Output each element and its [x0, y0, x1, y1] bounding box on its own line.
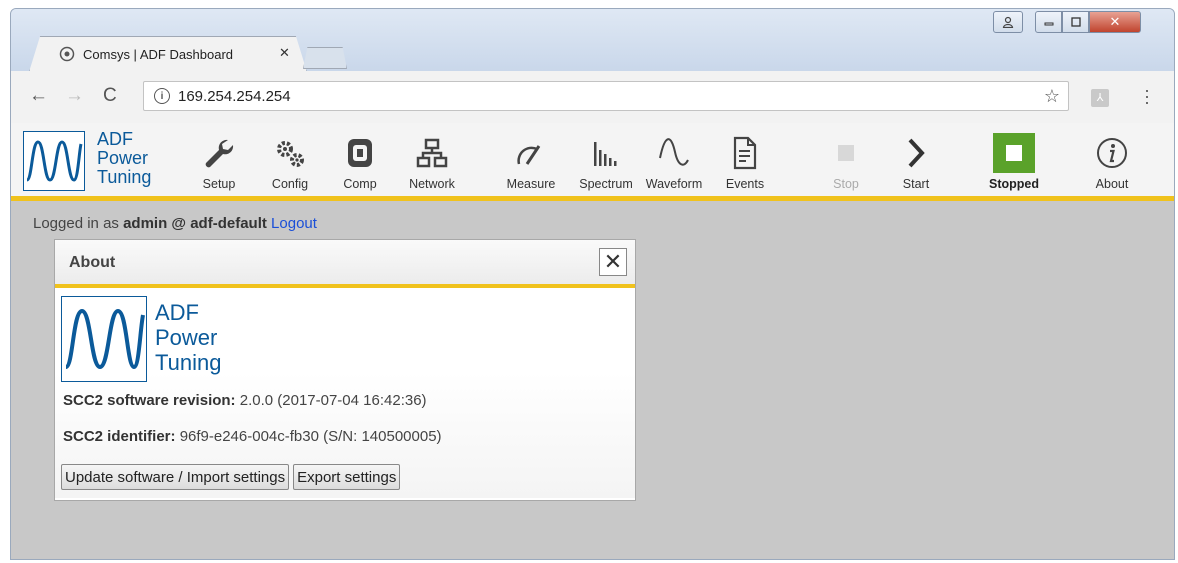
dialog-buttons: Update software / Import settings Export… — [61, 464, 401, 490]
logo-line: ADF — [97, 129, 133, 149]
spectrum-button[interactable]: Spectrum — [571, 133, 641, 191]
browser-toolbar: ← → C i 169.254.254.254 ☆ ⅄ · · · — [11, 71, 1174, 123]
maximize-button[interactable] — [1062, 11, 1089, 33]
events-label: Events — [725, 177, 765, 191]
wrench-icon — [205, 139, 234, 168]
setup-button[interactable]: Setup — [184, 133, 254, 191]
revision-label: SCC2 software revision: — [63, 392, 236, 409]
network-button[interactable]: Network — [397, 133, 467, 191]
dialog-logo-text: ADF Power Tuning — [155, 300, 221, 375]
config-button[interactable]: Config — [255, 133, 325, 191]
chip-icon — [348, 139, 372, 167]
logo-wave-icon — [61, 296, 147, 382]
new-tab-button[interactable] — [303, 47, 347, 69]
gears-icon — [277, 141, 304, 167]
menu-dots-icon[interactable]: · · · — [1144, 81, 1150, 111]
stop-button[interactable]: Stop — [811, 133, 881, 191]
comp-label: Comp — [343, 177, 377, 191]
measure-button[interactable]: Measure — [496, 133, 566, 191]
update-software-button[interactable]: Update software / Import settings — [61, 464, 290, 490]
identifier-value: 96f9-e246-004c-fb30 (S/N: 140500005) — [179, 428, 442, 445]
page-content: ADF Power Tuning Setup Config Comp Netwo… — [11, 123, 1174, 559]
chevron-right-icon — [908, 138, 925, 168]
measure-label: Measure — [506, 177, 556, 191]
network-icon — [416, 138, 448, 168]
stop-label: Stop — [833, 177, 859, 191]
logo-wave-icon — [23, 131, 85, 191]
close-icon: ✕ — [603, 249, 623, 274]
dialog-close-button[interactable]: ✕ — [599, 248, 627, 276]
logo-line: Power — [97, 148, 149, 168]
favicon-icon — [59, 46, 75, 62]
address-bar[interactable]: i 169.254.254.254 ☆ — [143, 81, 1069, 111]
extension-pdf-icon[interactable]: ⅄ — [1091, 89, 1109, 107]
export-settings-button[interactable]: Export settings — [293, 464, 401, 490]
minimize-icon — [1044, 22, 1053, 26]
browser-tab[interactable]: Comsys | ADF Dashboard ✕ — [29, 36, 307, 72]
start-button[interactable]: Start — [881, 133, 951, 191]
app-toolbar: ADF Power Tuning Setup Config Comp Netwo… — [11, 123, 1174, 201]
window-controls: ✕ — [1035, 11, 1141, 33]
comp-button[interactable]: Comp — [325, 133, 395, 191]
document-icon — [733, 136, 757, 170]
waveform-icon — [659, 138, 689, 166]
dialog-title: About — [69, 254, 116, 271]
status-square-icon — [993, 133, 1035, 173]
start-label: Start — [902, 177, 930, 191]
logo-line: ADF — [155, 300, 199, 325]
spectrum-label: Spectrum — [579, 177, 633, 191]
login-user: admin @ adf-default — [123, 215, 267, 232]
waveform-label: Waveform — [645, 177, 703, 191]
minimize-button[interactable] — [1035, 11, 1062, 33]
about-dialog: About ✕ ADF Power Tuning SCC2 software r… — [54, 239, 636, 501]
login-prefix: Logged in as — [33, 215, 124, 232]
stop-square-icon — [838, 145, 854, 161]
events-button[interactable]: Events — [710, 133, 780, 191]
close-window-button[interactable]: ✕ — [1089, 11, 1141, 33]
stopped-label: Stopped — [989, 177, 1039, 191]
revision-value: 2.0.0 (2017-07-04 16:42:36) — [239, 392, 427, 409]
config-label: Config — [271, 177, 309, 191]
login-status: Logged in as admin @ adf-default Logout — [33, 215, 317, 232]
dialog-body: ADF Power Tuning SCC2 software revision:… — [55, 288, 635, 498]
dialog-header: About ✕ — [55, 240, 635, 288]
logout-link[interactable]: Logout — [271, 215, 317, 232]
network-label: Network — [409, 177, 455, 191]
logo-text: ADF Power Tuning — [97, 130, 151, 187]
software-revision: SCC2 software revision: 2.0.0 (2017-07-0… — [63, 392, 427, 409]
info-circle-icon — [1097, 138, 1127, 168]
identifier: SCC2 identifier: 96f9-e246-004c-fb30 (S/… — [63, 428, 442, 445]
url-text[interactable]: 169.254.254.254 — [178, 88, 291, 105]
tab-close-icon[interactable]: ✕ — [279, 45, 290, 61]
logo-line: Power — [155, 325, 218, 350]
logo-line: Tuning — [97, 167, 152, 187]
setup-label: Setup — [202, 177, 236, 191]
close-icon: ✕ — [1109, 14, 1121, 29]
info-icon[interactable]: i — [154, 88, 170, 104]
about-button[interactable]: About — [1077, 133, 1147, 191]
about-label: About — [1095, 177, 1129, 191]
identifier-label: SCC2 identifier: — [63, 428, 176, 445]
browser-window: ✕ Comsys | ADF Dashboard ✕ ← → C i 169.2… — [10, 8, 1175, 560]
bookmark-star-icon[interactable]: ☆ — [1044, 86, 1060, 107]
logo-line: Tuning — [155, 350, 222, 375]
reload-icon[interactable]: C — [103, 85, 117, 107]
forward-arrow-icon[interactable]: → — [65, 85, 84, 107]
gauge-icon — [517, 145, 541, 165]
maximize-icon — [1070, 17, 1081, 27]
status-stopped-button[interactable]: Stopped — [979, 133, 1049, 191]
user-profile-button[interactable] — [993, 11, 1023, 33]
spectrum-icon — [594, 142, 617, 166]
tab-title: Comsys | ADF Dashboard — [83, 46, 234, 62]
waveform-button[interactable]: Waveform — [639, 133, 709, 191]
user-icon — [1002, 16, 1014, 28]
back-arrow-icon[interactable]: ← — [29, 85, 48, 107]
